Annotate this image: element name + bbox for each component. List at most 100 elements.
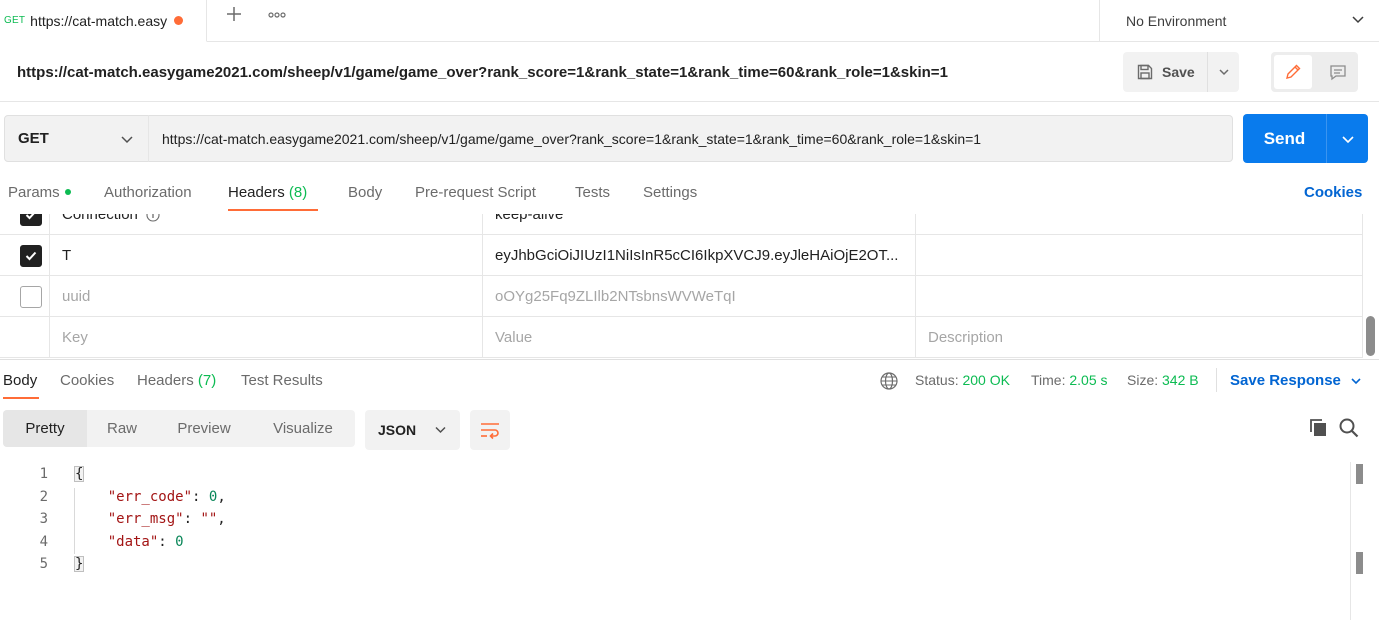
new-value-input[interactable]: Value [482,317,916,358]
environment-label: No Environment [1126,13,1227,29]
view-mode-segmented: Pretty Raw Preview Visualize [3,410,355,447]
params-indicator-icon [64,189,71,196]
save-response-button[interactable]: Save Response [1230,372,1361,389]
time-label: Time: [1031,372,1066,388]
json-key: "err_msg" [107,511,184,527]
response-bar: Body Cookies Headers (7) Test Results St… [0,359,1379,401]
new-key-input[interactable]: Key [49,317,483,358]
editor-scrollbar-thumb[interactable] [1356,464,1363,484]
line-number: 5 [39,556,48,572]
time-value: 2.05 s [1069,372,1108,388]
header-description-cell[interactable] [915,276,1363,317]
edit-mode-button[interactable] [1274,55,1312,89]
chevron-down-icon [1218,69,1229,76]
header-description-cell[interactable] [915,235,1363,276]
header-key-cell[interactable]: uuid [49,276,483,317]
pencil-icon [1286,64,1301,79]
view-visualize[interactable]: Visualize [251,410,355,447]
json-separator: : [192,489,209,505]
header-enabled-checkbox[interactable] [0,276,49,317]
globe-icon[interactable] [879,371,899,394]
header-value-cell[interactable]: keep-alive [482,214,916,235]
save-response-label: Save Response [1230,372,1341,389]
line-number: 3 [39,511,48,527]
chevron-down-icon [120,132,134,150]
tab-headers[interactable]: Headers (8) [228,184,307,201]
code-line: { [74,466,85,482]
cookies-link[interactable]: Cookies [1304,184,1362,201]
editor-edge [1350,462,1351,620]
headers-table: Connection keep-alive T eyJhbGciOiJIUzI1… [0,214,1363,359]
json-value: "" [200,511,218,527]
new-header-row: Key Value Description [0,317,1363,358]
header-enabled-checkbox[interactable] [0,235,49,276]
line-number: 4 [39,534,48,550]
wrap-lines-icon [481,423,499,440]
send-dropdown-button[interactable] [1327,114,1368,163]
tab-headers-label: Headers [228,184,285,201]
environment-select[interactable]: No Environment [1099,0,1379,42]
new-description-input[interactable]: Description [915,317,1363,358]
view-preview[interactable]: Preview [157,410,251,447]
table-row: T eyJhbGciOiJIUzI1NiIsInR5cCI6IkpXVCJ9.e… [0,235,1363,276]
url-input[interactable]: https://cat-match.easygame2021.com/sheep… [148,115,1233,162]
request-tab[interactable]: GET https://cat-match.easy [0,0,207,42]
tab-settings[interactable]: Settings [643,184,697,201]
tab-params-label: Params [8,184,60,201]
header-description-cell[interactable] [915,214,1363,235]
response-tab-headers-count: (7) [197,372,217,389]
send-button[interactable]: Send [1243,114,1327,163]
response-body-editor[interactable]: 1 2 3 4 5 { "err_code": 0, "err_msg": ""… [0,462,1350,620]
tab-body[interactable]: Body [348,184,382,201]
code-line: "err_msg": "", [74,511,226,527]
editor-scrollbar-thumb[interactable] [1356,552,1363,574]
request-tab-method: GET [4,15,26,26]
json-value: 0 [175,534,184,550]
save-dropdown-button[interactable] [1208,52,1239,92]
request-tabs: Params Authorization Headers (8) Body Pr… [0,176,1379,214]
response-time[interactable]: Time: 2.05 s [1031,372,1108,388]
headers-scrollbar-thumb[interactable] [1366,316,1375,356]
active-response-tab-indicator [3,397,39,399]
chevron-down-icon [434,423,447,439]
response-size[interactable]: Size: 342 B [1127,372,1199,388]
json-comma: , [217,511,226,527]
code-line: "data": 0 [74,534,184,550]
tab-authorization[interactable]: Authorization [104,184,192,201]
format-select[interactable]: JSON [365,410,460,450]
plus-icon[interactable] [222,5,246,29]
header-key-cell[interactable]: T [49,235,483,276]
tab-pre-request-script[interactable]: Pre-request Script [415,184,536,201]
format-label: JSON [378,422,417,438]
save-button[interactable]: Save [1123,52,1208,92]
chevron-down-icon [1341,135,1354,143]
checkbox-checked-icon [20,214,42,226]
response-tab-cookies[interactable]: Cookies [60,372,114,389]
request-name[interactable]: https://cat-match.easygame2021.com/sheep… [17,64,948,81]
more-horizontal-icon[interactable] [268,8,286,22]
response-tab-body[interactable]: Body [3,372,37,389]
header-value-cell[interactable]: oOYg25Fq9ZLIlb2NTsbnsWVWeTqI [482,276,916,317]
header-value-cell[interactable]: eyJhbGciOiJIUzI1NiIsInR5cCI6IkpXVCJ9.eyJ… [482,235,916,276]
status-label: Status: [915,372,959,388]
search-icon[interactable] [1338,417,1360,442]
send-button-group: Send [1243,114,1368,163]
header-enabled-checkbox[interactable] [0,214,49,235]
line-number: 1 [39,466,48,482]
copy-icon[interactable] [1307,417,1329,442]
method-select[interactable]: GET [4,115,149,162]
response-tab-headers-label: Headers [137,372,194,389]
response-status[interactable]: Status: 200 OK [915,372,1010,388]
size-value: 342 B [1162,372,1199,388]
tab-params[interactable]: Params [8,184,71,201]
wrap-lines-button[interactable] [470,410,510,450]
response-tab-headers[interactable]: Headers (7) [137,372,216,389]
comments-button[interactable] [1320,55,1356,89]
header-key-cell[interactable]: Connection [49,214,483,235]
tab-tests[interactable]: Tests [575,184,610,201]
chevron-down-icon [1350,374,1362,391]
json-key: "err_code" [107,489,193,505]
view-pretty[interactable]: Pretty [3,410,87,447]
response-tab-test-results[interactable]: Test Results [241,372,323,389]
view-raw[interactable]: Raw [87,410,157,447]
